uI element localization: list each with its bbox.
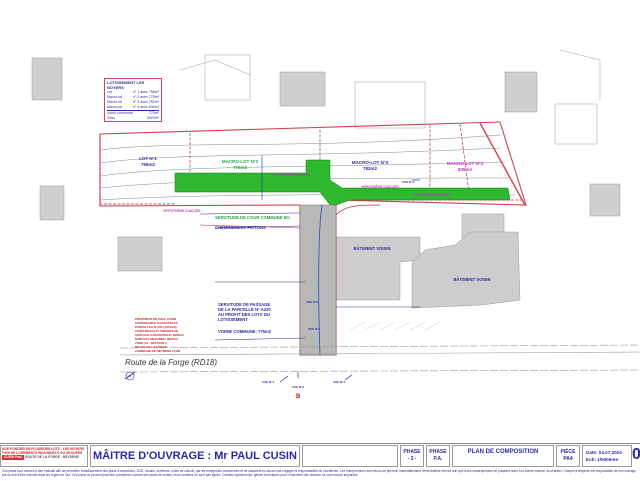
lot3-area: 782m2 — [363, 166, 378, 171]
project-address: ROUTE DE LA FORGE - NEYDENS — [25, 455, 79, 459]
lot4-area: 835m2 — [458, 167, 473, 172]
owner-cell: MÂITRE D'OUVRAGE : Mr PAUL CUSIN — [90, 445, 300, 467]
view-marker: VUE N°4 — [402, 180, 414, 184]
view-marker: VUE N°2 — [292, 385, 304, 389]
legend-total: Total3923m² — [107, 116, 159, 121]
blank-cell — [302, 445, 398, 467]
lot4-name: MACRO-LOT N°4 — [447, 161, 484, 166]
view-marker: VUE N°3 — [333, 380, 345, 384]
point-b-label: B — [296, 394, 301, 400]
legend-title: LOTISSEMENT LES NOYERS — [107, 80, 159, 90]
north-arrow-icon: N — [125, 372, 135, 380]
access-hypothesis-label: HYPOTHÈSE D'ACCÈS — [164, 208, 202, 213]
title-block: AGE FONCIER EN PLUSIEURS LOTS - LES NOYE… — [0, 443, 640, 481]
phase-cell: PHASEP.A. — [426, 445, 450, 467]
plan-title-cell: PLAN DE COMPOSITION — [452, 445, 554, 467]
piece-cell: PIÈCEPA4 — [556, 445, 580, 467]
access-hypothesis-label: HYPOTHÈSE D'ACCÈS — [362, 184, 400, 189]
neighbor-building-label: BÂTIMENT VOISIN — [354, 246, 391, 251]
view-marker: VUE N°6 — [308, 327, 320, 331]
servitude-passage-line: LOTISSEMENT — [218, 317, 248, 322]
svg-text:COMMUNE DE NEYDENS 74160: COMMUNE DE NEYDENS 74160 — [135, 349, 181, 353]
access-road — [300, 205, 336, 355]
view-marker: VUE N°5 — [306, 300, 318, 304]
page-number: 0 — [632, 445, 640, 467]
hatched-area — [350, 322, 440, 330]
voirie-commune-label: VOIRIE COMMUNE: 775m2 — [218, 329, 272, 334]
neighbor-building-label: BÂTIMENT VOISIN — [454, 277, 491, 282]
disclaimer-text: Ces plans sont donnés à titre indicatif … — [2, 469, 638, 477]
lot1-area: 756m2 — [141, 162, 156, 167]
lot2-name: MACRO-LOT N°2 — [222, 159, 259, 164]
date-scale-cell: Date: 04.07.2024Ech: 1/500ème — [582, 445, 632, 467]
site-plan: LOT N°1 756m2 MACRO-LOT N°2 775m2 MACRO-… — [0, 0, 640, 443]
phase-cell: PHASE- 3 - — [400, 445, 424, 467]
access-hypothesis-label: HYPOTHÈSE D'ACCÈS — [274, 172, 312, 177]
project-tag: CUSIN Paul — [2, 455, 24, 459]
pedestrian-path-label: CHEMINEMENT PIETONS — [215, 225, 266, 230]
lot-summary-legend: LOTISSEMENT LES NOYERS Lotn° 1 avec 756m… — [104, 78, 162, 122]
access-hypothesis-label: HYPOTHÈSE D'ACCÈS — [414, 192, 452, 197]
neighbor-building-2 — [412, 232, 520, 308]
lot3-name: MACRO-LOT N°3 — [352, 160, 389, 165]
lot2-area: 775m2 — [233, 165, 248, 170]
servitude-cour-label: SERVITUDE DE COUR COMMUNE 5m — [215, 215, 290, 220]
lot1-name: LOT N°1 — [139, 156, 157, 161]
road-name: Route de la Forge (RD18) — [125, 358, 217, 367]
view-marker: VUE N°1 — [262, 380, 274, 384]
project-cell: AGE FONCIER EN PLUSIEURS LOTS - LES NOYE… — [0, 445, 88, 467]
legend-row: Macro-lotn° 4 avec 835m² — [107, 105, 159, 110]
